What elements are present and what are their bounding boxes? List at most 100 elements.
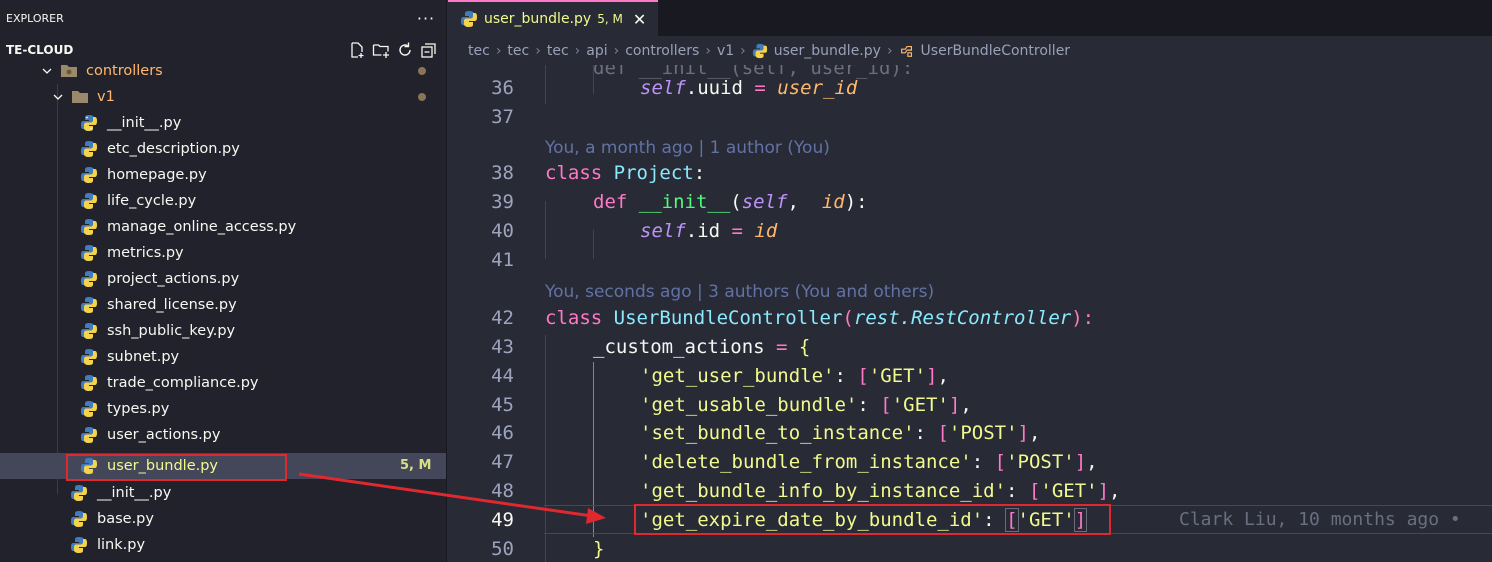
tree-file[interactable]: link.py bbox=[0, 532, 446, 558]
tree-file[interactable]: life_cycle.py bbox=[0, 188, 446, 214]
code-text: 'get_bundle_info_by_instance_id': ['GET'… bbox=[640, 479, 1121, 502]
python-file-icon bbox=[81, 193, 97, 209]
python-file-icon bbox=[71, 537, 87, 553]
breadcrumb-item[interactable]: tec bbox=[468, 43, 490, 59]
tree-file[interactable]: base.py bbox=[0, 506, 446, 532]
python-file-icon bbox=[81, 271, 97, 287]
tab-user-bundle[interactable]: user_bundle.py 5, M ✕ bbox=[448, 0, 659, 36]
line-number: 43 bbox=[491, 335, 514, 358]
breadcrumb-item[interactable]: UserBundleController bbox=[921, 43, 1071, 59]
tree-item-label: etc_description.py bbox=[107, 141, 240, 157]
code-line: 50 } bbox=[448, 534, 1492, 562]
code-line: 45 'get_usable_bundle': ['GET'], bbox=[448, 390, 1492, 419]
annotation-box-file bbox=[66, 454, 287, 481]
tree-file[interactable]: subnet.py bbox=[0, 344, 446, 370]
code-text: self.id = id bbox=[640, 219, 778, 242]
editor-area: user_bundle.py 5, M ✕ tec › tec › tec › api… bbox=[448, 0, 1492, 562]
python-file-icon bbox=[81, 401, 97, 417]
tree-file[interactable]: user_actions.py bbox=[0, 422, 446, 448]
line-number: 38 bbox=[491, 161, 514, 184]
tree-item-label: __init__.py bbox=[97, 485, 172, 501]
tab-label: user_bundle.py bbox=[484, 11, 592, 27]
breadcrumb: tec › tec › tec › api › controllers › v1 › use… bbox=[448, 36, 1492, 65]
code-line: 37 bbox=[448, 102, 1492, 131]
python-file-icon bbox=[81, 375, 97, 391]
code-area[interactable]: def __init__(self, user_id): 36 self.uui… bbox=[448, 65, 1492, 562]
python-file-icon bbox=[81, 245, 97, 261]
tree-file[interactable]: etc_description.py bbox=[0, 136, 446, 162]
tree-item-label: subnet.py bbox=[107, 349, 180, 365]
tree-file[interactable]: project_actions.py bbox=[0, 266, 446, 292]
codelens-text[interactable]: You, a month ago | 1 author (You) bbox=[545, 138, 830, 158]
code-line: 43 _custom_actions = { bbox=[448, 332, 1492, 361]
code-line: 38 class Project: bbox=[448, 158, 1492, 187]
codelens[interactable]: You, seconds ago | 3 authors (You and ot… bbox=[448, 277, 1492, 306]
folder-open-icon bbox=[71, 89, 89, 105]
tree-file[interactable]: manage_online_access.py bbox=[0, 214, 446, 240]
git-status-badge: 5, M bbox=[400, 458, 432, 473]
code-text: 'get_user_bundle': ['GET'], bbox=[640, 364, 949, 387]
code-line: 41 bbox=[448, 245, 1492, 274]
tree-file[interactable]: types.py bbox=[0, 396, 446, 422]
python-file-icon bbox=[81, 219, 97, 235]
line-number: 49 bbox=[491, 508, 514, 531]
tree-file[interactable]: ssh_public_key.py bbox=[0, 318, 446, 344]
breadcrumb-item[interactable]: api bbox=[586, 43, 607, 59]
python-file-icon bbox=[752, 43, 767, 58]
tree-file[interactable]: shared_license.py bbox=[0, 292, 446, 318]
line-number: 37 bbox=[491, 105, 514, 128]
line-number: 45 bbox=[491, 393, 514, 416]
code-line: 39 def __init__(self, id): bbox=[448, 187, 1492, 216]
code-text: self.uuid = user_id bbox=[640, 76, 858, 99]
tree-file[interactable]: metrics.py bbox=[0, 240, 446, 266]
breadcrumb-separator: › bbox=[705, 42, 711, 59]
python-file-icon bbox=[71, 485, 87, 501]
breadcrumb-separator: › bbox=[574, 42, 581, 59]
more-actions-icon[interactable]: ··· bbox=[406, 9, 446, 28]
line-number: 48 bbox=[491, 479, 514, 502]
tree-item-label: __init__.py bbox=[107, 115, 182, 131]
line-number: 39 bbox=[491, 190, 514, 213]
breadcrumb-item[interactable]: v1 bbox=[717, 43, 734, 59]
codelens-text[interactable]: You, seconds ago | 3 authors (You and ot… bbox=[545, 282, 934, 302]
tree-file[interactable]: trade_compliance.py bbox=[0, 370, 446, 396]
code-text: } bbox=[593, 537, 605, 560]
breadcrumb-separator: › bbox=[495, 42, 502, 59]
code-text: _custom_actions = { bbox=[593, 335, 811, 358]
python-file-icon bbox=[81, 349, 97, 365]
code-text: 'get_usable_bundle': ['GET'], bbox=[640, 393, 972, 416]
breadcrumb-item[interactable]: tec bbox=[507, 43, 529, 59]
tree-item-label: ssh_public_key.py bbox=[107, 323, 236, 339]
tree-folder-controllers[interactable]: controllers bbox=[0, 58, 446, 84]
tree-item-label: project_actions.py bbox=[107, 271, 240, 287]
folder-icon bbox=[60, 63, 78, 79]
tree-item-label: controllers bbox=[86, 63, 163, 79]
close-icon[interactable]: ✕ bbox=[633, 10, 646, 29]
tree-file[interactable]: __init__.py bbox=[0, 110, 446, 136]
python-file-icon bbox=[81, 427, 97, 443]
breadcrumb-item[interactable]: user_bundle.py bbox=[774, 43, 881, 59]
tree-file[interactable]: homepage.py bbox=[0, 162, 446, 188]
breadcrumb-separator: › bbox=[535, 42, 541, 59]
line-number: 36 bbox=[491, 76, 514, 99]
code-text: class Project: bbox=[545, 161, 706, 184]
breadcrumb-item[interactable]: tec bbox=[547, 43, 569, 59]
python-file-icon bbox=[81, 115, 97, 131]
tree-folder-v1[interactable]: v1 bbox=[0, 84, 446, 110]
breadcrumb-separator: › bbox=[886, 42, 893, 59]
python-file-icon bbox=[461, 11, 477, 27]
line-number: 40 bbox=[491, 219, 514, 242]
breadcrumb-separator: › bbox=[740, 42, 746, 59]
chevron-down-icon bbox=[40, 64, 54, 78]
tree-file[interactable]: __init__.py bbox=[0, 480, 446, 506]
breadcrumb-item[interactable]: controllers bbox=[625, 43, 699, 59]
tree-item-label: types.py bbox=[107, 401, 170, 417]
code-text: 'set_bundle_to_instance': ['POST'], bbox=[640, 421, 1041, 444]
code-line: 47 'delete_bundle_from_instance': ['POST… bbox=[448, 447, 1492, 476]
python-file-icon bbox=[81, 297, 97, 313]
tree-item-label: homepage.py bbox=[107, 167, 207, 183]
tab-bar: user_bundle.py 5, M ✕ bbox=[448, 0, 1492, 36]
tree-item-label: base.py bbox=[97, 511, 154, 527]
modified-dot bbox=[418, 93, 426, 101]
line-number: 44 bbox=[491, 364, 514, 387]
